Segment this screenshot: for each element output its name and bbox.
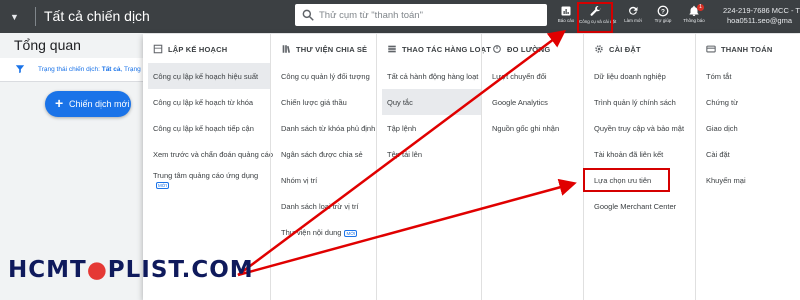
filter-text[interactable]: Trạng thái chiến dịch: Tất cả, Trạng [38,66,141,73]
menu-column-measurement: ĐO LƯỜNG Lượt chuyển đổi Google Analytic… [481,34,583,300]
account-id: 224-219-7686 MCC - Tài khoả [723,6,800,15]
menu-item-bid-strategies[interactable]: Chiến lược giá thầu [276,89,376,115]
column-header: THAO TÁC HÀNG LOẠT [377,42,491,56]
menu-item-google-merchant-center[interactable]: Google Merchant Center [589,193,695,219]
plus-icon: + [55,95,64,111]
menu-item-conversions[interactable]: Lượt chuyển đổi [487,63,583,89]
notifications-label: Thông báo [683,18,705,23]
column-title: THAO TÁC HÀNG LOẠT [402,45,492,54]
new-badge: MỚI [344,229,358,237]
menu-item-reach-planner[interactable]: Công cụ lập kế hoạch tiếp cận [148,115,270,141]
menu-item-attribution[interactable]: Nguồn gốc ghi nhận [487,115,583,141]
refresh-label: Làm mới [624,18,642,23]
menu-item-scripts[interactable]: Tập lệnh [382,115,481,141]
refresh-button[interactable]: Làm mới [617,3,649,31]
menu-item-negative-keyword-lists[interactable]: Danh sách từ khóa phủ định [276,115,376,141]
overview-title: Tổng quan [14,37,81,53]
watermark-dot-icon: ● [86,257,108,283]
new-campaign-button[interactable]: + Chiến dịch mới [45,91,131,117]
menu-column-bulk-actions: THAO TÁC HÀNG LOẠT Tất cả hành động hàng… [376,34,491,300]
menu-item-placement-exclusion-lists[interactable]: Danh sách loại trừ vị trí [276,193,376,219]
search-box[interactable] [295,4,547,26]
column-title: THANH TOÁN [721,45,773,54]
menu-item-summary[interactable]: Tóm tắt [701,63,800,89]
search-icon [302,9,314,21]
menu-item-shared-budgets[interactable]: Ngân sách được chia sẻ [276,141,376,167]
reports-icon [561,6,571,16]
menu-item-transactions[interactable]: Giao dịch [701,115,800,141]
menu-item-placement-groups[interactable]: Nhóm vị trí [276,167,376,193]
setup-icon [595,45,603,53]
menu-item-google-analytics[interactable]: Google Analytics [487,89,583,115]
column-header: THƯ VIỆN CHIA SẺ [271,42,376,56]
column-header: LẬP KẾ HOẠCH [143,42,270,56]
menu-item-ad-preview[interactable]: Xem trước và chẩn đoán quảng cáo [148,141,273,167]
help-label: Trợ giúp [654,18,672,23]
menu-item-keyword-planner[interactable]: Công cụ lập kế hoạch từ khóa [148,89,270,115]
menu-item-audience-manager[interactable]: Công cụ quản lý đối tượng [276,63,376,89]
filter-bar[interactable]: Trạng thái chiến dịch: Tất cả, Trạng [0,58,150,82]
page-title: Tất cả chiến dịch [44,8,150,24]
column-title: LẬP KẾ HOẠCH [168,45,228,54]
column-header: CÀI ĐẶT [584,42,695,56]
account-email: hoa0511.seo@gma [727,16,793,25]
library-icon [282,45,291,53]
menu-item-billing-settings[interactable]: Cài đặt [701,141,800,167]
menu-item-linked-accounts[interactable]: Tài khoản đã liên kết [589,141,695,167]
menu-column-shared-library: THƯ VIỆN CHIA SẺ Công cụ quản lý đối tượ… [270,34,376,300]
filter-tail: , Trạng [120,66,141,73]
new-badge: MỚI [156,181,169,189]
column-header: THANH TOÁN [696,42,800,56]
menu-column-billing: THANH TOÁN Tóm tắt Chứng từ Giao dịch Cà… [695,34,800,300]
filter-label: Trạng thái chiến dịch: [38,66,102,73]
new-campaign-label: Chiến dịch mới [69,99,130,109]
help-icon: ? [657,5,669,17]
menu-item-all-bulk-actions[interactable]: Tất cả hành động hàng loạt [382,63,481,89]
column-title: THƯ VIỆN CHIA SẺ [296,45,368,54]
search-input[interactable] [319,7,539,23]
planning-icon [153,44,163,54]
menu-item-app-advertising-hub[interactable]: Trung tâm quảng cáo ứng dụng MỚI [148,167,270,193]
svg-text:?: ? [661,9,665,16]
watermark-logo: HCMT●PLIST.COM [8,257,254,283]
menu-item-performance-planner[interactable]: Công cụ lập kế hoạch hiệu suất [148,63,270,89]
top-bar: ▼ Tất cả chiến dịch Báo cáo Công cụ và c… [0,0,800,33]
help-button[interactable]: ? Trợ giúp [647,3,679,31]
filter-icon[interactable] [15,64,25,74]
menu-item-uploads[interactable]: Tệp tải lên [382,141,481,167]
column-title: ĐO LƯỜNG [507,45,551,54]
tools-highlight-box [577,2,613,33]
campaign-dropdown-icon[interactable]: ▼ [10,12,19,22]
menu-item-rules[interactable]: Quy tắc [382,89,481,115]
menu-item-asset-library[interactable]: Thư viện nội dung MỚI [276,219,376,245]
menu-item-policy-manager[interactable]: Trình quản lý chính sách [589,89,695,115]
column-header: ĐO LƯỜNG [482,42,583,56]
column-title: CÀI ĐẶT [609,45,641,54]
menu-column-setup: CÀI ĐẶT Dữ liệu doanh nghiệp Trình quản … [583,34,695,300]
divider [35,7,36,26]
billing-icon [706,45,716,53]
notification-badge: 1 [697,4,704,11]
account-info[interactable]: 224-219-7686 MCC - Tài khoả hoa0511.seo@… [723,6,800,26]
menu-item-access-and-security[interactable]: Quyền truy cập và bảo mật [589,115,695,141]
menu-item-business-data[interactable]: Dữ liệu doanh nghiệp [589,63,695,89]
filter-value: Tất cả [101,66,121,73]
menu-item-promotions[interactable]: Khuyến mại [701,167,800,193]
preferences-highlight-box [583,168,670,192]
menu-item-documents[interactable]: Chứng từ [701,89,800,115]
bulk-actions-icon [388,45,396,53]
notifications-button[interactable]: 1 Thông báo [678,3,710,31]
refresh-icon [629,6,638,15]
measurement-icon [493,45,501,53]
